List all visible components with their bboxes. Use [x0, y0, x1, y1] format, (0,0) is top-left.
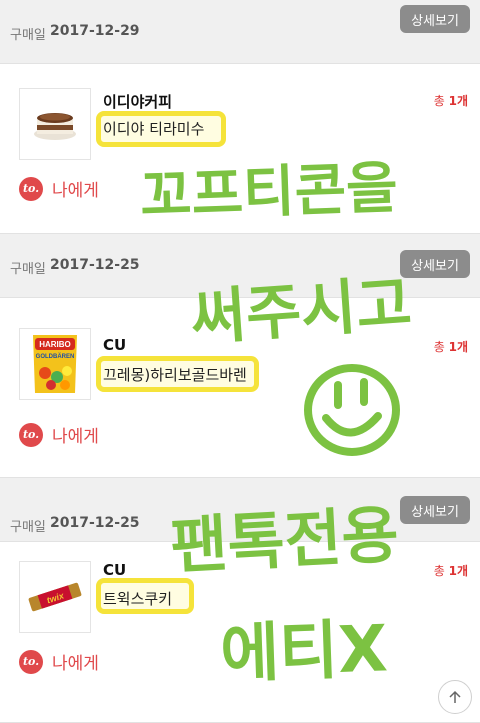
to-badge-icon: to.: [19, 649, 43, 674]
product-name[interactable]: 끄레몽)하리보골드바렌: [103, 364, 247, 385]
arrow-up-icon: [449, 690, 461, 703]
order-header: 구매일 2017-12-25 상세보기: [0, 478, 480, 542]
product-name[interactable]: 이디야 티라미수: [103, 118, 204, 139]
to-badge-icon: to.: [19, 176, 43, 201]
brand-name: 이디야커피: [103, 93, 173, 111]
tiramisu-cake-icon: [34, 113, 76, 140]
purchase-date-label: 구매일: [10, 520, 46, 535]
scroll-top-button[interactable]: [438, 680, 472, 714]
total-count: 총 1개: [433, 94, 468, 108]
purchase-date: 2017-12-29: [50, 23, 140, 39]
recipient-label: 나에게: [52, 654, 99, 674]
detail-button[interactable]: 상세보기: [400, 496, 470, 524]
total-count: 총 1개: [433, 564, 468, 578]
recipient-row[interactable]: to. 나에게: [19, 649, 99, 674]
detail-button[interactable]: 상세보기: [400, 5, 470, 33]
product-thumbnail[interactable]: [19, 88, 91, 160]
purchase-date: 2017-12-25: [50, 515, 140, 531]
recipient-label: 나에게: [52, 181, 99, 201]
product-thumbnail[interactable]: HARIBO GOLDBÄREN: [19, 328, 91, 400]
order-header: 구매일 2017-12-25 상세보기: [0, 234, 480, 298]
order-body: twix CU 트윅스쿠키 총 1개 to. 나에게: [0, 561, 480, 723]
detail-button[interactable]: 상세보기: [400, 250, 470, 278]
brand-name: CU: [103, 336, 127, 354]
order-header: 구매일 2017-12-29 상세보기: [0, 0, 480, 64]
svg-text:GOLDBÄREN: GOLDBÄREN: [36, 353, 75, 360]
recipient-label: 나에게: [52, 427, 99, 447]
purchase-date-label: 구매일: [10, 262, 46, 277]
haribo-bag-icon: HARIBO GOLDBÄREN: [33, 335, 77, 393]
product-thumbnail[interactable]: twix: [19, 561, 91, 633]
recipient-row[interactable]: to. 나에게: [19, 422, 99, 447]
brand-name: CU: [103, 561, 127, 579]
recipient-row[interactable]: to. 나에게: [19, 176, 99, 201]
purchase-date-label: 구매일: [10, 28, 46, 43]
order-body: 이디야커피 이디야 티라미수 총 1개 to. 나에게: [0, 64, 480, 234]
to-badge-icon: to.: [19, 422, 43, 447]
svg-text:HARIBO: HARIBO: [39, 340, 71, 349]
purchase-date: 2017-12-25: [50, 257, 140, 273]
total-count: 총 1개: [433, 340, 468, 354]
twix-bar-icon: twix: [28, 582, 82, 612]
order-body: HARIBO GOLDBÄREN CU 끄레몽)하리보골드바렌 총 1개 to.…: [0, 298, 480, 478]
product-name[interactable]: 트윅스쿠키: [103, 588, 172, 609]
